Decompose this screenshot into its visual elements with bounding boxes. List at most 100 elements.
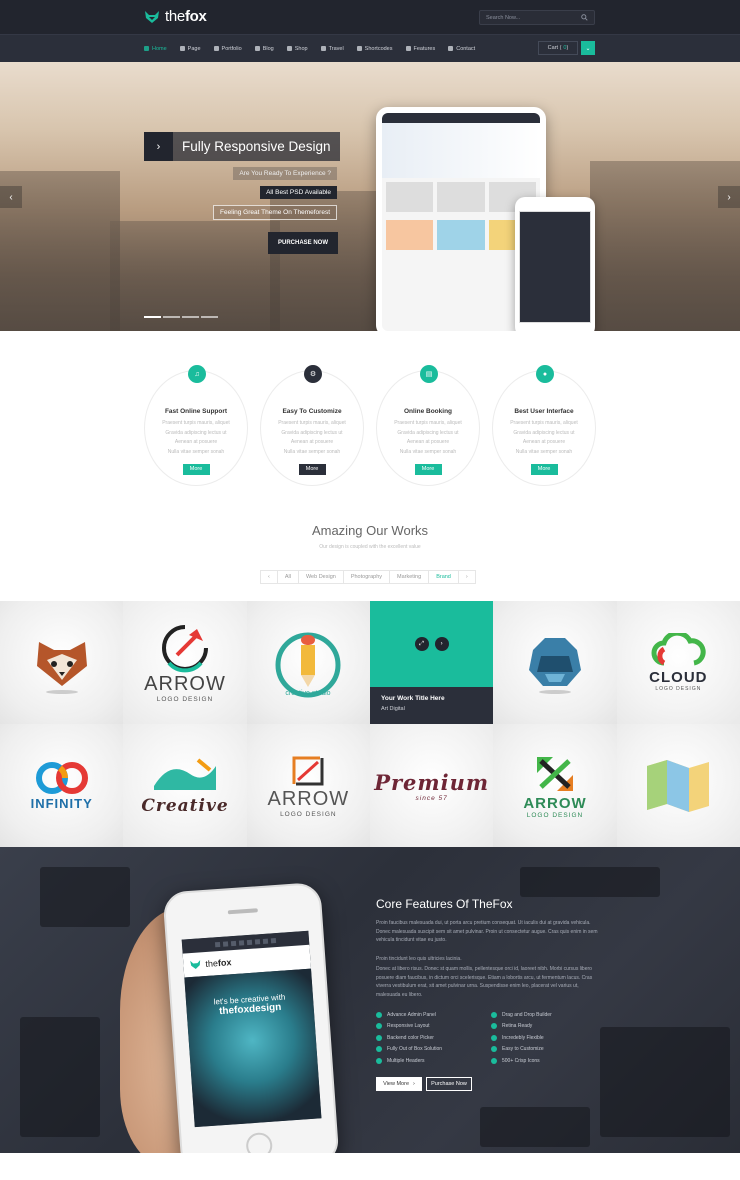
feature-list-item: Drag and Drop Builder <box>491 1009 552 1021</box>
phone-mockup <box>515 197 595 331</box>
nav-item-blog[interactable]: Blog <box>254 46 274 52</box>
tablet-hero <box>382 123 540 178</box>
purchase-now-button[interactable]: PURCHASE NOW <box>268 232 338 254</box>
feature-title: Fast Online Support <box>164 408 228 415</box>
cloud-logo-icon <box>651 633 706 666</box>
nav-item-shortcodes[interactable]: Shortcodes <box>356 46 393 52</box>
more-button[interactable]: More <box>414 464 442 475</box>
feature-text: Praesent turpis mauris, aliquet Gravida a… <box>510 420 578 455</box>
background-prop <box>20 1017 100 1137</box>
more-button[interactable]: More <box>182 464 210 475</box>
slider-dot[interactable] <box>163 316 180 318</box>
more-button[interactable]: More <box>298 464 326 475</box>
slider-dot[interactable] <box>182 316 199 318</box>
filter-marketing[interactable]: Marketing <box>390 571 430 583</box>
filter-web-design[interactable]: Web Design <box>299 571 344 583</box>
portfolio-item-hover[interactable]: ⤢ › Your Work Title Here Art Digital <box>370 601 494 724</box>
portfolio-item[interactable] <box>0 601 124 724</box>
logo-sub: since 57 <box>415 794 448 802</box>
travel-icon <box>320 46 326 51</box>
nav-item-features[interactable]: Features <box>405 46 435 52</box>
user-icon: ● <box>536 365 554 383</box>
logo-sub: LOGO DESIGN <box>156 695 214 703</box>
nav-item-home[interactable]: Home <box>144 46 167 52</box>
portfolio-item[interactable]: INFINITY <box>0 724 124 847</box>
brand-logo[interactable]: thefox <box>144 8 207 25</box>
works-title: Amazing Our Works <box>311 523 429 538</box>
nav-item-shop[interactable]: Shop <box>286 46 308 52</box>
feature-list-item: Backend color Picker <box>376 1032 442 1044</box>
feature-card: ⚙ Easy To Customize Praesent turpis maur… <box>260 365 364 486</box>
hero-title: Fully Responsive Design <box>173 132 340 161</box>
slider-next-button[interactable]: › <box>718 186 740 208</box>
creative-studio-logo: creative studio <box>275 632 341 697</box>
features-section: ♫ Fast Online Support Praesent turpis ma… <box>144 365 596 490</box>
nav-item-travel[interactable]: Travel <box>320 46 344 52</box>
search-placeholder: Search Now... <box>486 14 521 21</box>
portfolio-item[interactable]: ARROW LOGO DESIGN <box>123 601 247 724</box>
check-icon <box>376 1034 382 1041</box>
logo-sub: LOGO DESIGN <box>655 686 702 692</box>
phone-brand: thefox <box>205 957 232 970</box>
check-icon <box>491 1046 497 1053</box>
core-title: Core Features Of TheFox <box>376 897 513 911</box>
nav-item-contact[interactable]: Contact <box>448 46 475 52</box>
logo-word: ARROW <box>523 794 587 812</box>
nav-item-page[interactable]: Page <box>179 46 201 52</box>
purchase-now-button[interactable]: Purchase Now <box>426 1077 472 1091</box>
cart-dropdown-button[interactable]: ⌄ <box>581 41 595 55</box>
hover-caption: Your Work Title Here Art Digital <box>370 687 494 724</box>
filter-photography[interactable]: Photography <box>344 571 391 583</box>
logo-word: Premium <box>374 769 490 795</box>
expand-icon[interactable]: ⤢ <box>414 637 429 651</box>
arrow-logo-icon <box>162 624 208 672</box>
portfolio-item[interactable]: CLOUD LOGO DESIGN <box>616 601 740 724</box>
gear-icon: ⚙ <box>304 365 322 383</box>
portfolio-item[interactable]: Creative <box>123 724 247 847</box>
feature-list-item: Incredebly Flexible <box>491 1032 552 1044</box>
slider-dot[interactable] <box>201 316 218 318</box>
chevron-down-icon: ⌄ <box>585 45 591 52</box>
slider-dot[interactable] <box>144 316 161 318</box>
feature-list-item: Responsive Layout <box>376 1021 442 1033</box>
red-panda-logo <box>36 641 87 694</box>
hero-tag: Are You Ready To Experience ? <box>233 167 337 180</box>
portfolio-item[interactable]: ARROW LOGO DESIGN <box>493 724 617 847</box>
check-icon <box>491 1011 497 1018</box>
cart-button[interactable]: Cart (0) <box>538 41 578 55</box>
portfolio-item[interactable] <box>493 601 617 724</box>
filter-all[interactable]: All <box>278 571 299 583</box>
brand-name: thefox <box>165 8 207 25</box>
feature-title: Easy To Customize <box>282 408 342 415</box>
check-icon <box>376 1011 382 1018</box>
map-icon <box>647 759 710 812</box>
feature-list-left: Advance Admin Panel Responsive Layout Ba… <box>376 1009 442 1067</box>
more-button[interactable]: More <box>530 464 558 475</box>
search-input[interactable]: Search Now... <box>479 10 595 25</box>
background-prop <box>600 1027 730 1137</box>
phone-screen <box>519 211 591 323</box>
portfolio-icon <box>213 46 219 51</box>
portfolio-item[interactable]: Premium since 57 <box>370 724 494 847</box>
main-nav: Home Page Portfolio Blog Shop Travel Sho… <box>0 34 740 62</box>
link-icon[interactable]: › <box>434 637 449 651</box>
shop-icon <box>286 46 292 51</box>
book-icon: ▤ <box>420 365 438 383</box>
feature-list-item: 500+ Crisp Icons <box>491 1055 552 1067</box>
iphone-home-button <box>245 1131 274 1153</box>
feature-list-item: Easy to Customize <box>491 1044 552 1056</box>
filter-prev-button[interactable]: ‹ <box>261 571 278 583</box>
logo-word: ARROW <box>144 672 226 695</box>
view-more-button[interactable]: View More › <box>376 1077 422 1091</box>
portfolio-item[interactable]: creative studio <box>246 601 370 724</box>
slider-prev-button[interactable]: ‹ <box>0 186 22 208</box>
arrow-square-logo <box>292 756 324 785</box>
nav-item-portfolio[interactable]: Portfolio <box>213 46 242 52</box>
filter-next-button[interactable]: › <box>459 571 475 583</box>
feature-card: ● Best User Interface Praesent turpis ma… <box>492 365 596 486</box>
portfolio-item[interactable]: ARROW LOGO DESIGN <box>246 724 370 847</box>
creative-wave-logo <box>153 757 216 790</box>
search-icon[interactable] <box>581 14 588 21</box>
filter-brand[interactable]: Brand <box>429 571 459 583</box>
portfolio-item[interactable] <box>616 724 740 847</box>
